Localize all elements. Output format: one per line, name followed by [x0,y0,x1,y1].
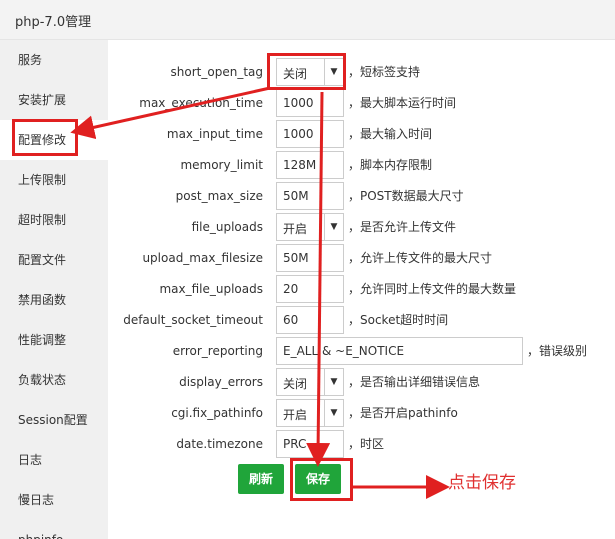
display-errors-desc: ，是否输出详细错误信息 [348,375,481,389]
max-file-uploads-input[interactable] [276,275,344,303]
file-uploads-value: 开启 [283,222,308,236]
max-execution-time-input[interactable] [276,89,344,117]
cgi-fix-pathinfo-desc: ，是否开启pathinfo [348,406,458,420]
title-bar: php-7.0管理 [0,0,615,40]
file-uploads-desc: ，是否允许上传文件 [348,220,457,234]
display-errors-label: display_errors [179,375,263,389]
date-timezone-desc: ，时区 [348,437,385,451]
max-file-uploads-label: max_file_uploads [159,282,263,296]
date-timezone-label: date.timezone [176,437,263,451]
caret-down-icon: ▼ [324,400,343,426]
memory-limit-label: memory_limit [180,158,263,172]
upload-max-filesize-input[interactable] [276,244,344,272]
caret-down-icon: ▼ [324,59,343,85]
post-max-size-desc: ，POST数据最大尺寸 [348,189,464,203]
short-open-tag-label: short_open_tag [170,65,263,79]
file-uploads-select[interactable]: 开启 ▼ [276,213,344,241]
date-timezone-input[interactable] [276,430,344,458]
refresh-button[interactable]: 刷新 [238,464,284,494]
cgi-fix-pathinfo-select[interactable]: 开启 ▼ [276,399,344,427]
caret-down-icon: ▼ [324,369,343,395]
post-max-size-input[interactable] [276,182,344,210]
default-socket-timeout-input[interactable] [276,306,344,334]
short-open-tag-desc: ，短标签支持 [348,65,421,79]
max-input-time-desc: ，最大输入时间 [348,127,433,141]
short-open-tag-select[interactable]: 关闭 ▼ [276,58,344,86]
memory-limit-input[interactable] [276,151,344,179]
max-input-time-input[interactable] [276,120,344,148]
annotation-click-save: 点击保存 [448,473,516,493]
cgi-fix-pathinfo-value: 开启 [283,408,308,422]
max-execution-time-desc: ，最大脚本运行时间 [348,96,457,110]
short-open-tag-value: 关闭 [283,67,308,81]
error-reporting-desc: ，错误级别 [527,344,588,358]
max-file-uploads-desc: ，允许同时上传文件的最大数量 [348,282,517,296]
window-title: php-7.0管理 [15,15,92,30]
upload-max-filesize-desc: ，允许上传文件的最大尺寸 [348,251,493,265]
save-button[interactable]: 保存 [295,464,341,494]
memory-limit-desc: ，脚本内存限制 [348,158,433,172]
sidebar-item-phpinfo[interactable]: phpinfo [0,520,108,539]
post-max-size-label: post_max_size [175,189,263,203]
max-input-time-label: max_input_time [166,127,263,141]
default-socket-timeout-label: default_socket_timeout [123,313,263,327]
error-reporting-input[interactable] [276,337,523,365]
cgi-fix-pathinfo-label: cgi.fix_pathinfo [171,406,263,420]
error-reporting-label: error_reporting [172,344,263,358]
display-errors-value: 关闭 [283,377,308,391]
display-errors-select[interactable]: 关闭 ▼ [276,368,344,396]
sidebar-item-slow-log[interactable]: 慢日志 [0,480,108,520]
caret-down-icon: ▼ [324,214,343,240]
file-uploads-label: file_uploads [191,220,263,234]
default-socket-timeout-desc: ，Socket超时时间 [348,313,449,327]
max-execution-time-label: max_execution_time [139,96,263,110]
upload-max-filesize-label: upload_max_filesize [142,251,263,265]
